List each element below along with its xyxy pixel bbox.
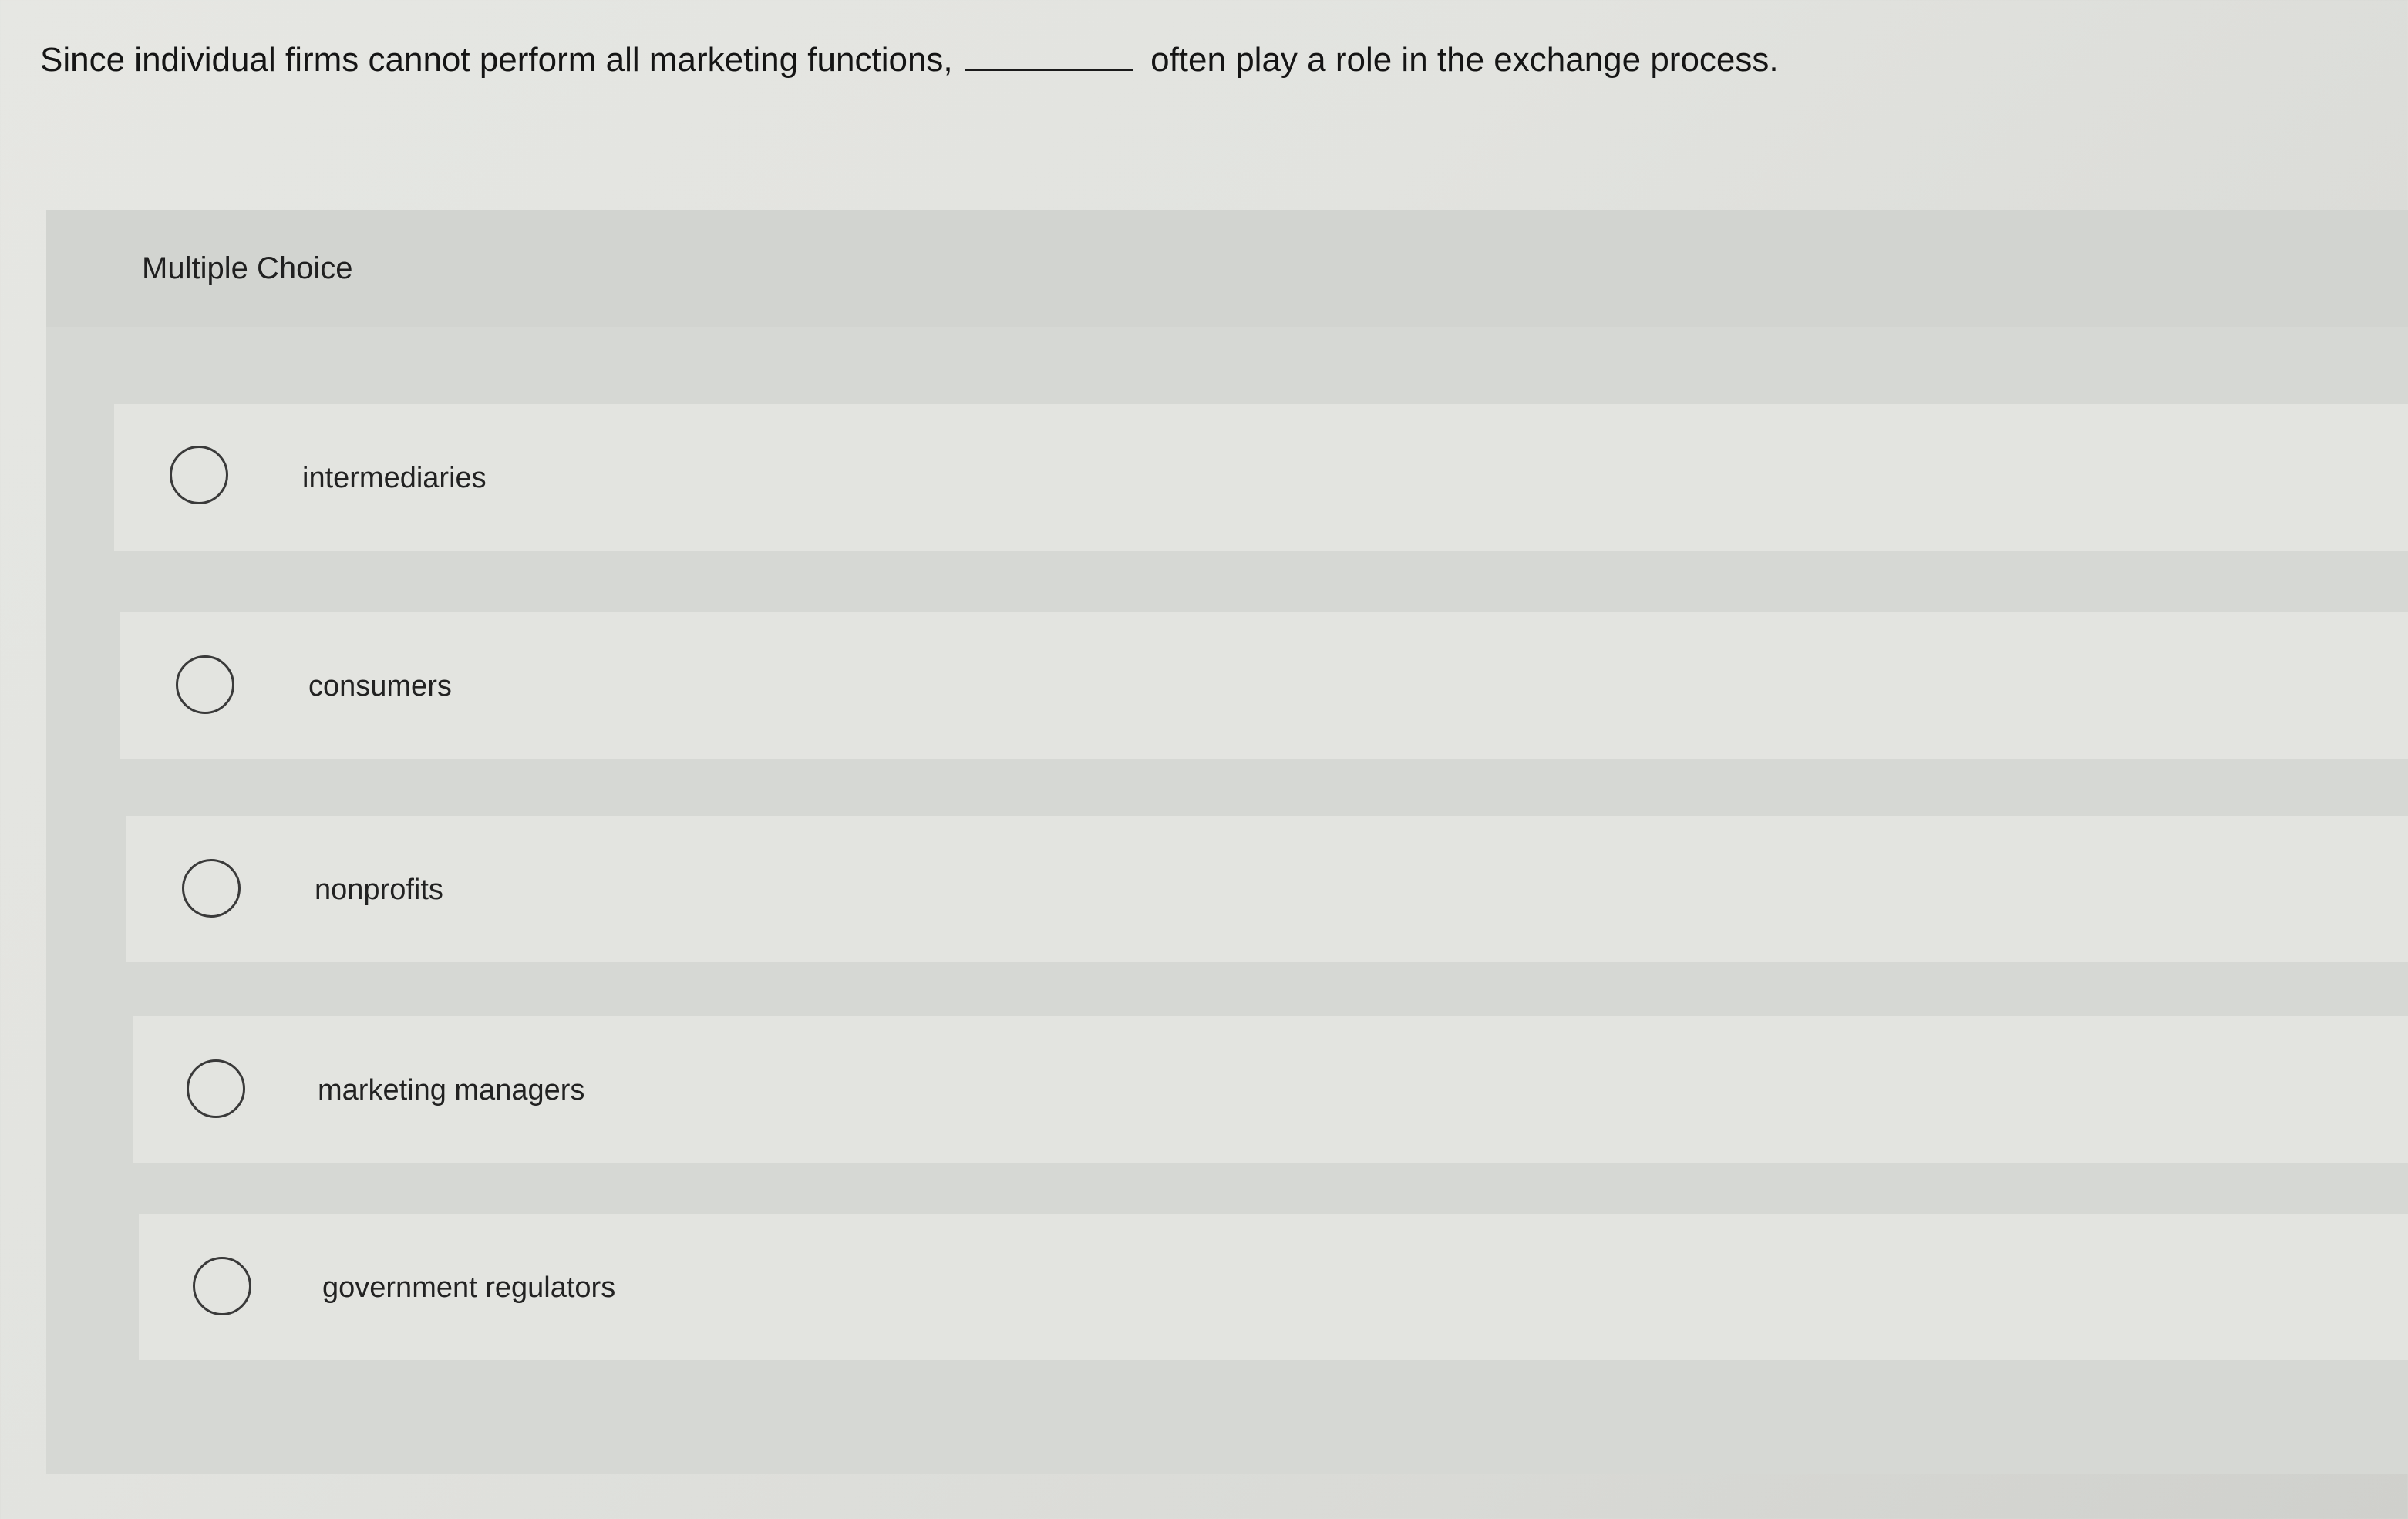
option-consumers[interactable]: consumers xyxy=(120,612,2408,759)
option-label: intermediaries xyxy=(302,462,487,494)
option-intermediaries[interactable]: intermediaries xyxy=(114,404,2408,551)
radio-button[interactable] xyxy=(176,655,234,714)
option-label: marketing managers xyxy=(318,1074,585,1106)
radio-button[interactable] xyxy=(182,859,241,918)
radio-button[interactable] xyxy=(187,1059,245,1118)
radio-button[interactable] xyxy=(193,1257,251,1315)
option-government-regulators[interactable]: government regulators xyxy=(139,1214,2408,1360)
answer-blank xyxy=(965,38,1133,71)
option-label: consumers xyxy=(308,670,452,702)
option-nonprofits[interactable]: nonprofits xyxy=(126,816,2408,962)
question-text: Since individual firms cannot perform al… xyxy=(40,37,1779,83)
radio-button[interactable] xyxy=(170,446,228,504)
option-marketing-managers[interactable]: marketing managers xyxy=(133,1016,2408,1163)
question-text-before: Since individual firms cannot perform al… xyxy=(40,41,953,79)
option-label: nonprofits xyxy=(315,874,443,906)
multiple-choice-header: Multiple Choice xyxy=(46,210,2408,327)
question-text-after: often play a role in the exchange proces… xyxy=(1150,41,1779,79)
multiple-choice-title: Multiple Choice xyxy=(142,251,353,285)
multiple-choice-panel: Multiple Choice intermediaries consumers… xyxy=(46,210,2408,1474)
option-label: government regulators xyxy=(322,1271,616,1304)
